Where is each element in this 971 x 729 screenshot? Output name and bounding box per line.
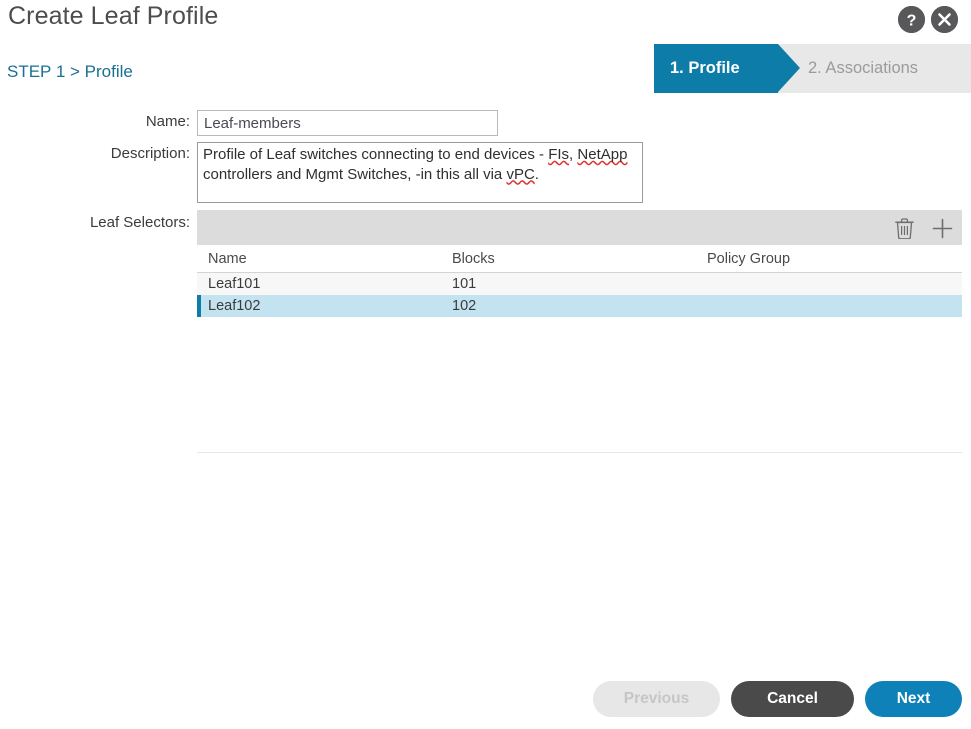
svg-text:?: ? [907,13,917,30]
table-bottom-divider [197,452,962,453]
misspelled-word: FIs [548,146,569,163]
page-title: Create Leaf Profile [8,2,218,31]
cell-name: Leaf101 [197,276,452,292]
tab-associations[interactable]: 2. Associations [808,44,918,93]
window-controls: ? [898,6,958,33]
description-label: Description: [40,145,190,162]
column-header-policy-group: Policy Group [707,251,962,267]
tab-associations-label: 2. Associations [808,59,918,78]
name-input[interactable] [197,110,498,136]
close-icon[interactable] [931,6,958,33]
misspelled-word: NetApp [577,146,627,163]
column-header-name: Name [197,251,452,267]
table-header: Name Blocks Policy Group [197,245,962,273]
previous-button[interactable]: Previous [593,681,720,717]
breadcrumb: STEP 1 > Profile [7,62,133,82]
name-label: Name: [40,113,190,130]
leaf-selectors-table: Name Blocks Policy Group Leaf101101Leaf1… [197,245,962,317]
trash-icon[interactable] [895,218,914,244]
description-text: Profile of Leaf switches connecting to e… [203,146,548,163]
leaf-selectors-label: Leaf Selectors: [20,214,190,231]
help-icon[interactable]: ? [898,6,925,33]
plus-icon[interactable] [932,218,953,244]
column-header-blocks: Blocks [452,251,707,267]
cancel-button[interactable]: Cancel [731,681,854,717]
cell-name: Leaf102 [197,298,452,314]
table-row[interactable]: Leaf101101 [197,273,962,295]
wizard-tabs: 1. Profile 2. Associations [654,44,971,93]
cell-blocks: 101 [452,276,707,292]
tab-profile-label: 1. Profile [670,59,740,78]
cell-blocks: 102 [452,298,707,314]
description-input[interactable]: Profile of Leaf switches connecting to e… [197,142,643,203]
tab-profile[interactable]: 1. Profile [654,44,778,93]
table-row[interactable]: Leaf102102 [197,295,962,317]
leaf-selectors-toolbar [197,210,962,245]
misspelled-word: vPC [506,166,534,183]
table-body: Leaf101101Leaf102102 [197,273,962,317]
next-button[interactable]: Next [865,681,962,717]
footer-buttons: Previous Cancel Next [593,681,962,717]
description-text: . [535,166,539,183]
tab-chevron-icon [778,44,800,92]
